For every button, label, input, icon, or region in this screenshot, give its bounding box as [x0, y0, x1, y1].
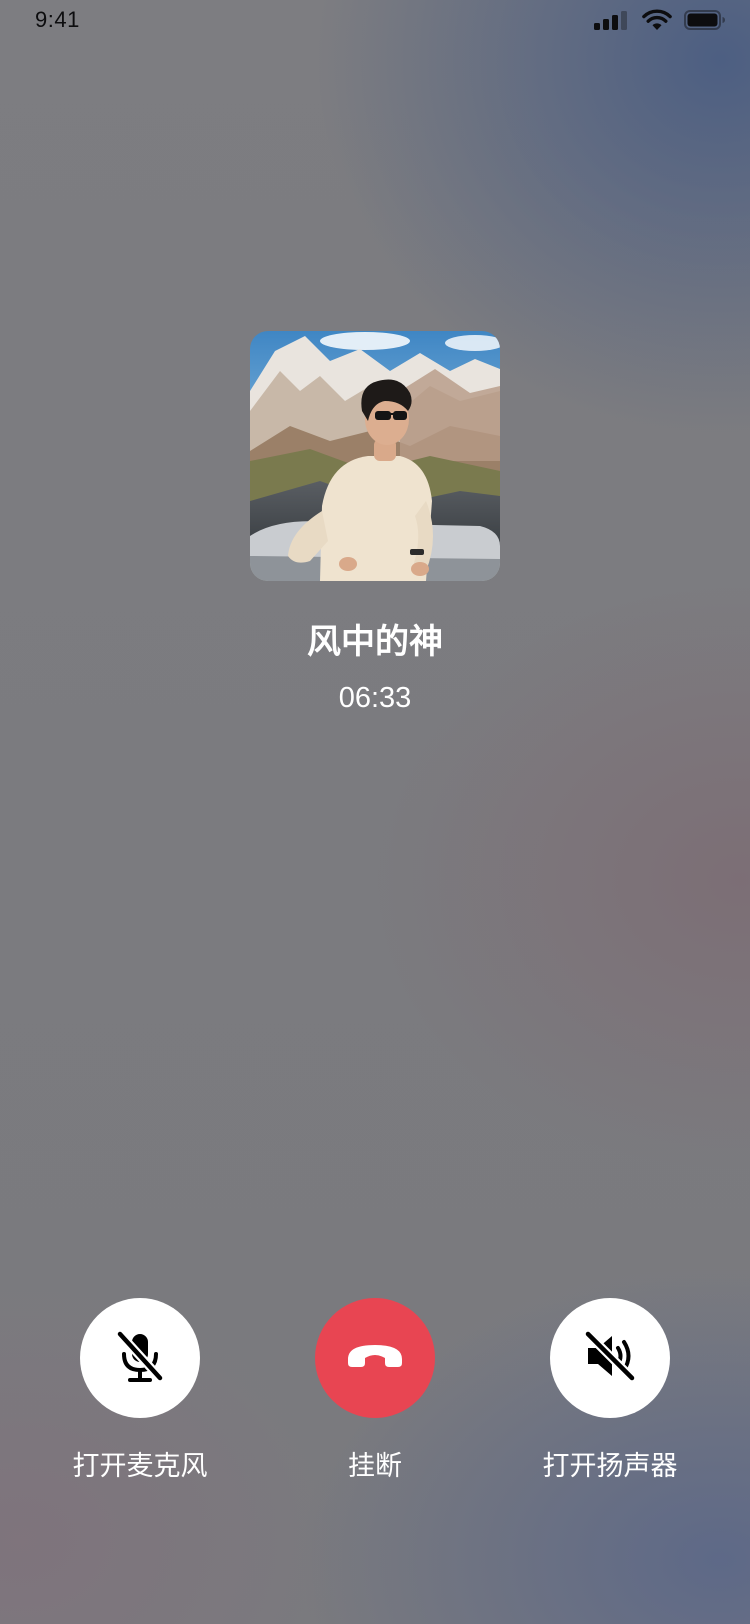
microphone-label: 打开麦克风	[72, 1451, 208, 1482]
speaker-muted-icon	[582, 1328, 638, 1388]
microphone-muted-icon	[112, 1328, 168, 1388]
caller-avatar	[250, 331, 500, 581]
call-duration: 06:33	[338, 682, 412, 714]
status-bar: 9:41	[0, 0, 750, 44]
microphone-control[interactable]: 打开麦克风	[50, 1298, 230, 1483]
hangup-button[interactable]	[315, 1298, 435, 1418]
speaker-label: 打开扬声器	[542, 1451, 678, 1482]
hangup-control[interactable]: 挂断	[285, 1298, 465, 1483]
status-time: 9:41	[35, 7, 80, 32]
wifi-icon	[642, 9, 672, 31]
phone-hangup-icon	[344, 1341, 406, 1375]
avatar-photo	[250, 331, 500, 581]
cellular-signal-icon	[594, 10, 630, 30]
caller-name: 风中的神	[307, 622, 443, 662]
microphone-toggle-button[interactable]	[80, 1298, 200, 1418]
speaker-toggle-button[interactable]	[550, 1298, 670, 1418]
speaker-control[interactable]: 打开扬声器	[520, 1298, 700, 1483]
hangup-label: 挂断	[348, 1451, 402, 1482]
battery-icon	[684, 9, 726, 31]
status-icons	[594, 9, 726, 31]
